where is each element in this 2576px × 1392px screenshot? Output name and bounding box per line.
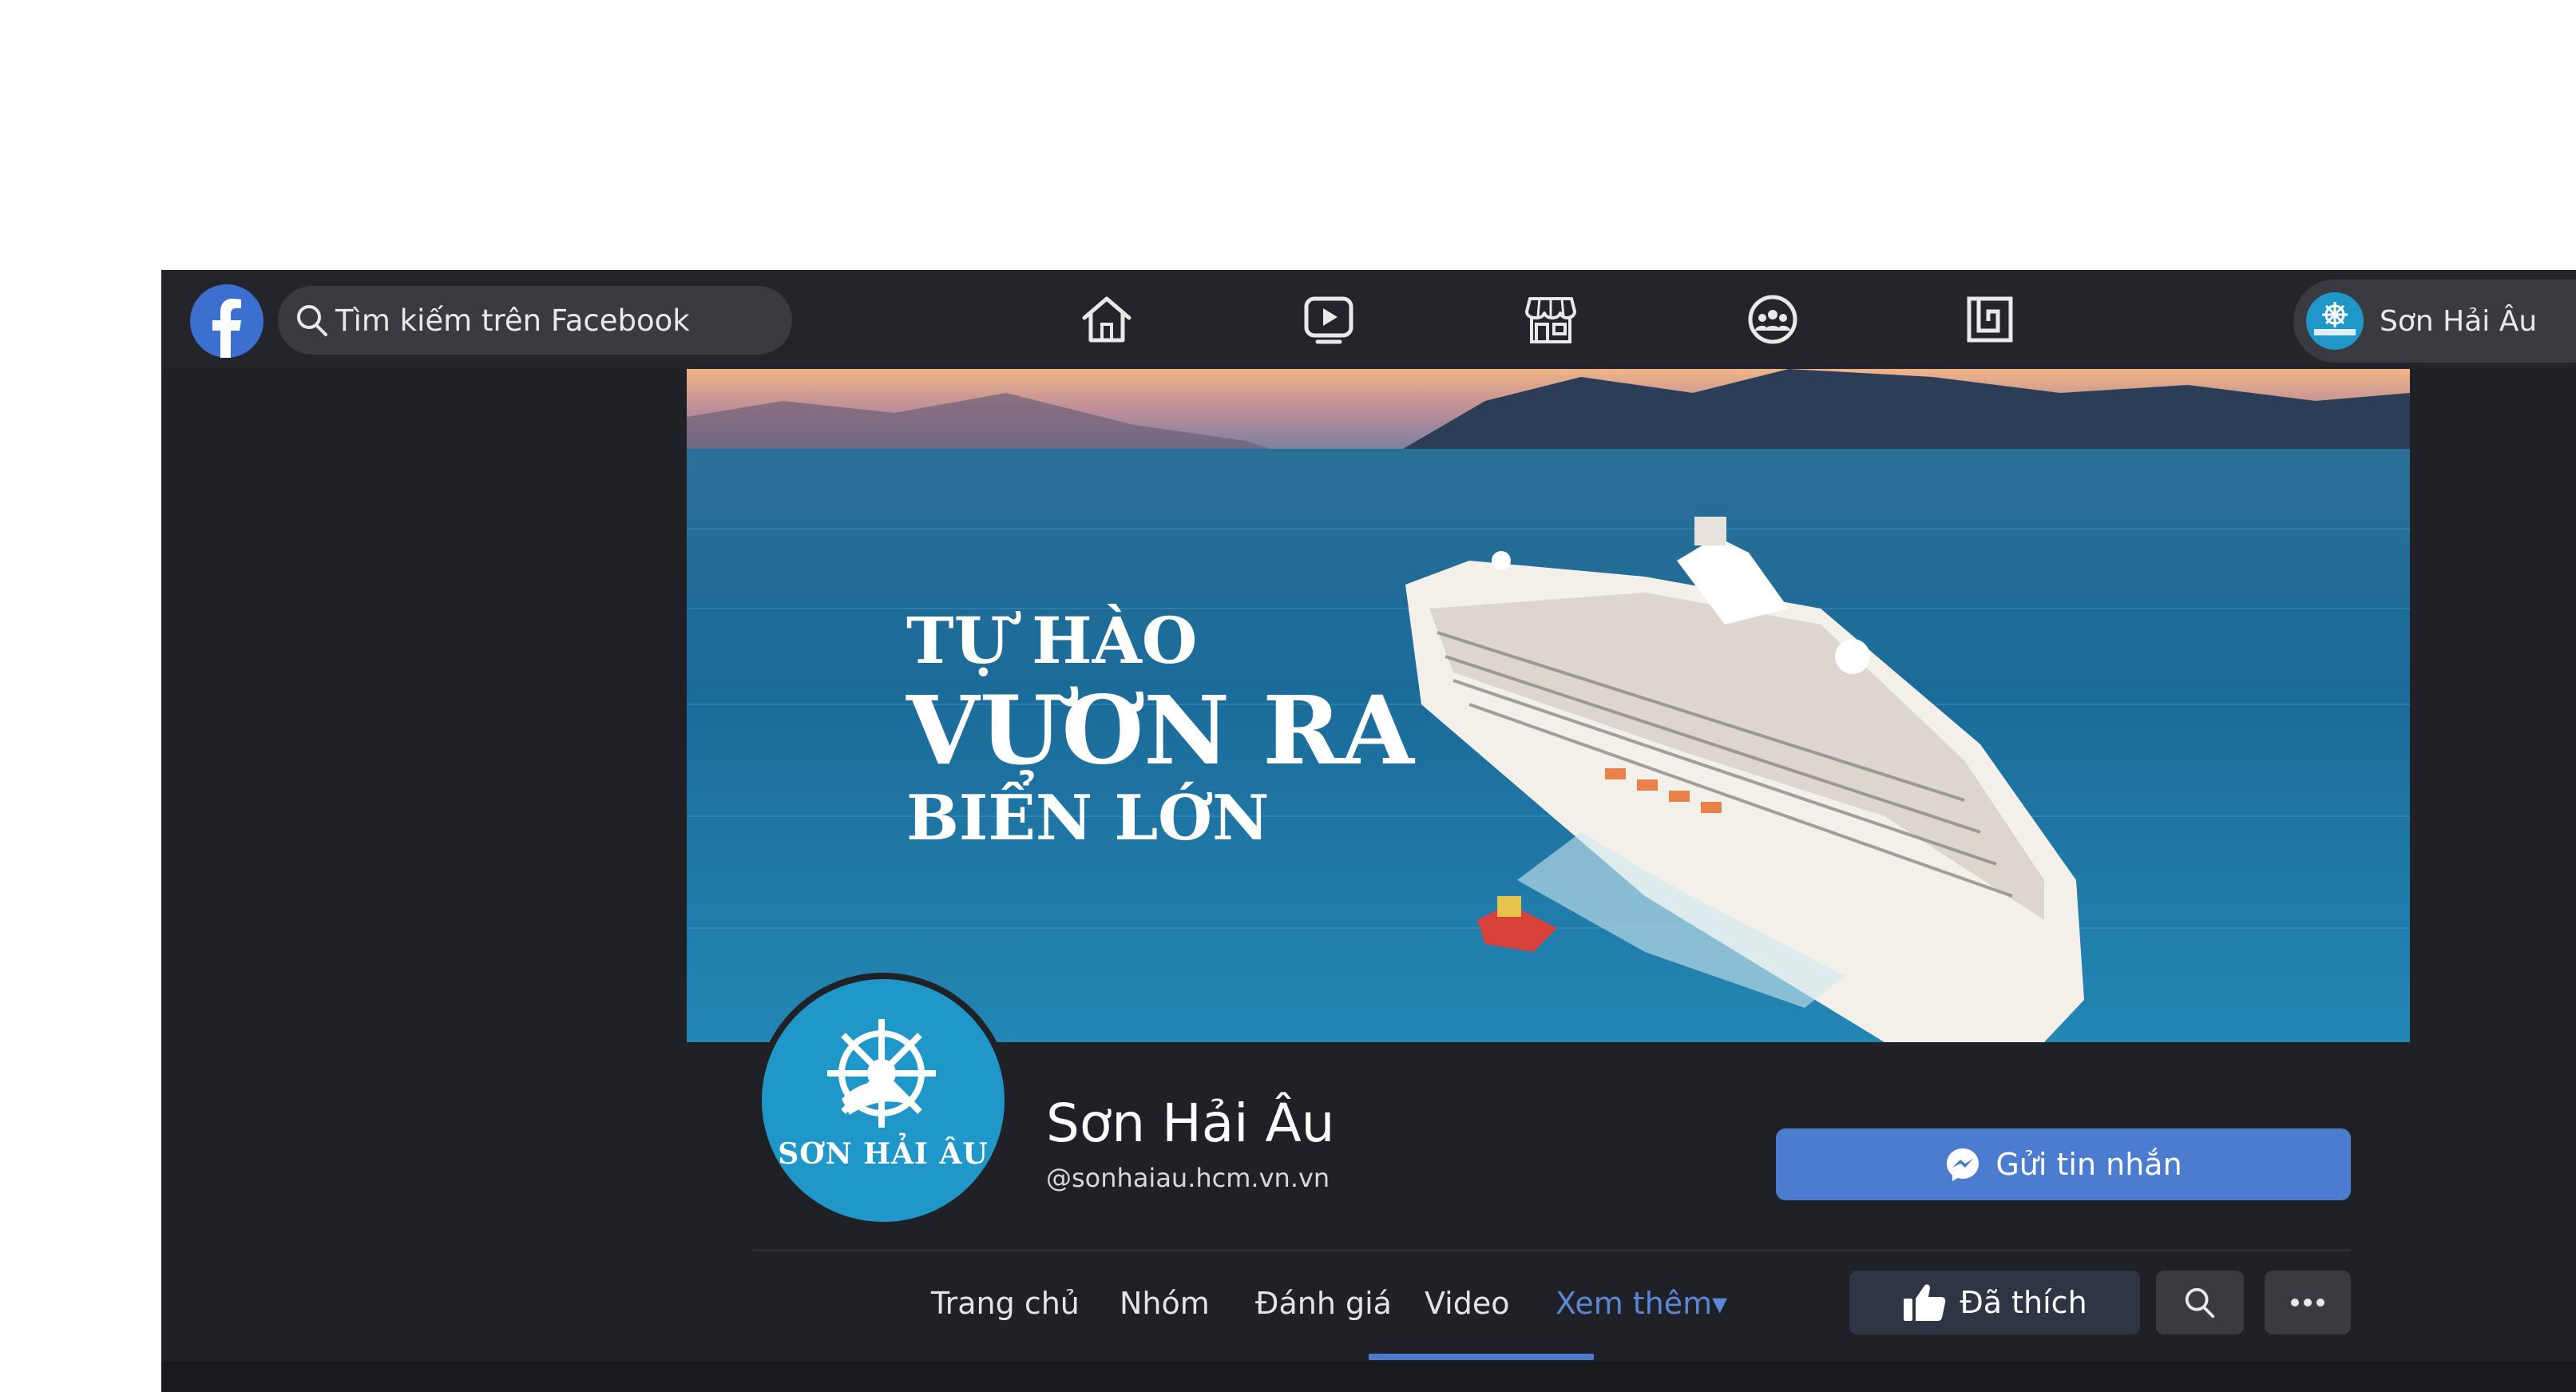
liked-label: Đã thích bbox=[1960, 1285, 2087, 1320]
ship-wheel-icon bbox=[2314, 302, 2356, 335]
slogan-line-3: BIỂN LỚN bbox=[906, 782, 1270, 855]
content-area-edge bbox=[161, 1362, 2576, 1392]
active-tab-indicator bbox=[1369, 1354, 1594, 1360]
send-message-button[interactable]: Gửi tin nhắn bbox=[1776, 1128, 2351, 1200]
search-icon bbox=[2185, 1287, 2215, 1319]
slogan-line-2: VƯƠN RA bbox=[906, 675, 1414, 786]
more-dots-icon bbox=[2291, 1299, 2324, 1307]
more-options-button[interactable] bbox=[2265, 1271, 2351, 1334]
profile-avatar bbox=[2306, 292, 2364, 350]
groups-icon[interactable] bbox=[1746, 292, 1800, 347]
page-search-button[interactable] bbox=[2156, 1271, 2244, 1334]
watch-icon[interactable] bbox=[1302, 292, 1356, 347]
home-icon[interactable] bbox=[1080, 292, 1134, 347]
tab-groups[interactable]: Nhóm bbox=[1120, 1286, 1210, 1321]
marketplace-icon[interactable] bbox=[1524, 292, 1578, 347]
slogan-line-1: TỰ HÀO bbox=[906, 603, 1198, 678]
page-title: Sơn Hải Âu bbox=[1046, 1093, 1335, 1154]
liked-button[interactable]: Đã thích bbox=[1849, 1271, 2140, 1334]
profile-chip[interactable]: Sơn Hải Âu bbox=[2293, 280, 2576, 363]
header-divider bbox=[752, 1249, 2351, 1251]
top-navigation-bar: Tìm kiếm trên Facebook Sơn Hải Âu bbox=[161, 270, 2576, 369]
send-message-label: Gửi tin nhắn bbox=[1995, 1147, 2182, 1182]
page-profile-picture[interactable]: SƠN HẢI ÂU bbox=[755, 973, 1011, 1228]
search-placeholder: Tìm kiếm trên Facebook bbox=[335, 303, 690, 338]
messenger-icon bbox=[1947, 1148, 1980, 1181]
facebook-page-screen: Tìm kiếm trên Facebook Sơn Hải Âu TỰ HÀO… bbox=[161, 270, 2576, 1392]
tab-reviews[interactable]: Đánh giá bbox=[1255, 1286, 1392, 1321]
search-bar[interactable]: Tìm kiếm trên Facebook bbox=[278, 286, 792, 355]
tab-more[interactable]: Xem thêm▾ bbox=[1556, 1286, 1727, 1321]
gaming-icon[interactable] bbox=[1963, 292, 2017, 347]
facebook-logo-icon[interactable] bbox=[190, 284, 264, 358]
page-username: @sonhaiau.hcm.vn.vn bbox=[1046, 1163, 1330, 1193]
avatar-logo-text: SƠN HẢI ÂU bbox=[778, 1137, 989, 1171]
tab-home[interactable]: Trang chủ bbox=[931, 1286, 1080, 1321]
ship-wheel-logo-icon bbox=[827, 1019, 936, 1128]
cover-photo[interactable]: TỰ HÀO VƯƠN RA BIỂN LỚN bbox=[687, 369, 2410, 1042]
thumbs-up-icon bbox=[1904, 1284, 1946, 1321]
tab-videos[interactable]: Video bbox=[1425, 1286, 1509, 1321]
search-icon bbox=[297, 305, 327, 336]
profile-name: Sơn Hải Âu bbox=[2380, 304, 2538, 338]
cover-slogan: TỰ HÀO VƯƠN RA BIỂN LỚN bbox=[906, 609, 1414, 850]
